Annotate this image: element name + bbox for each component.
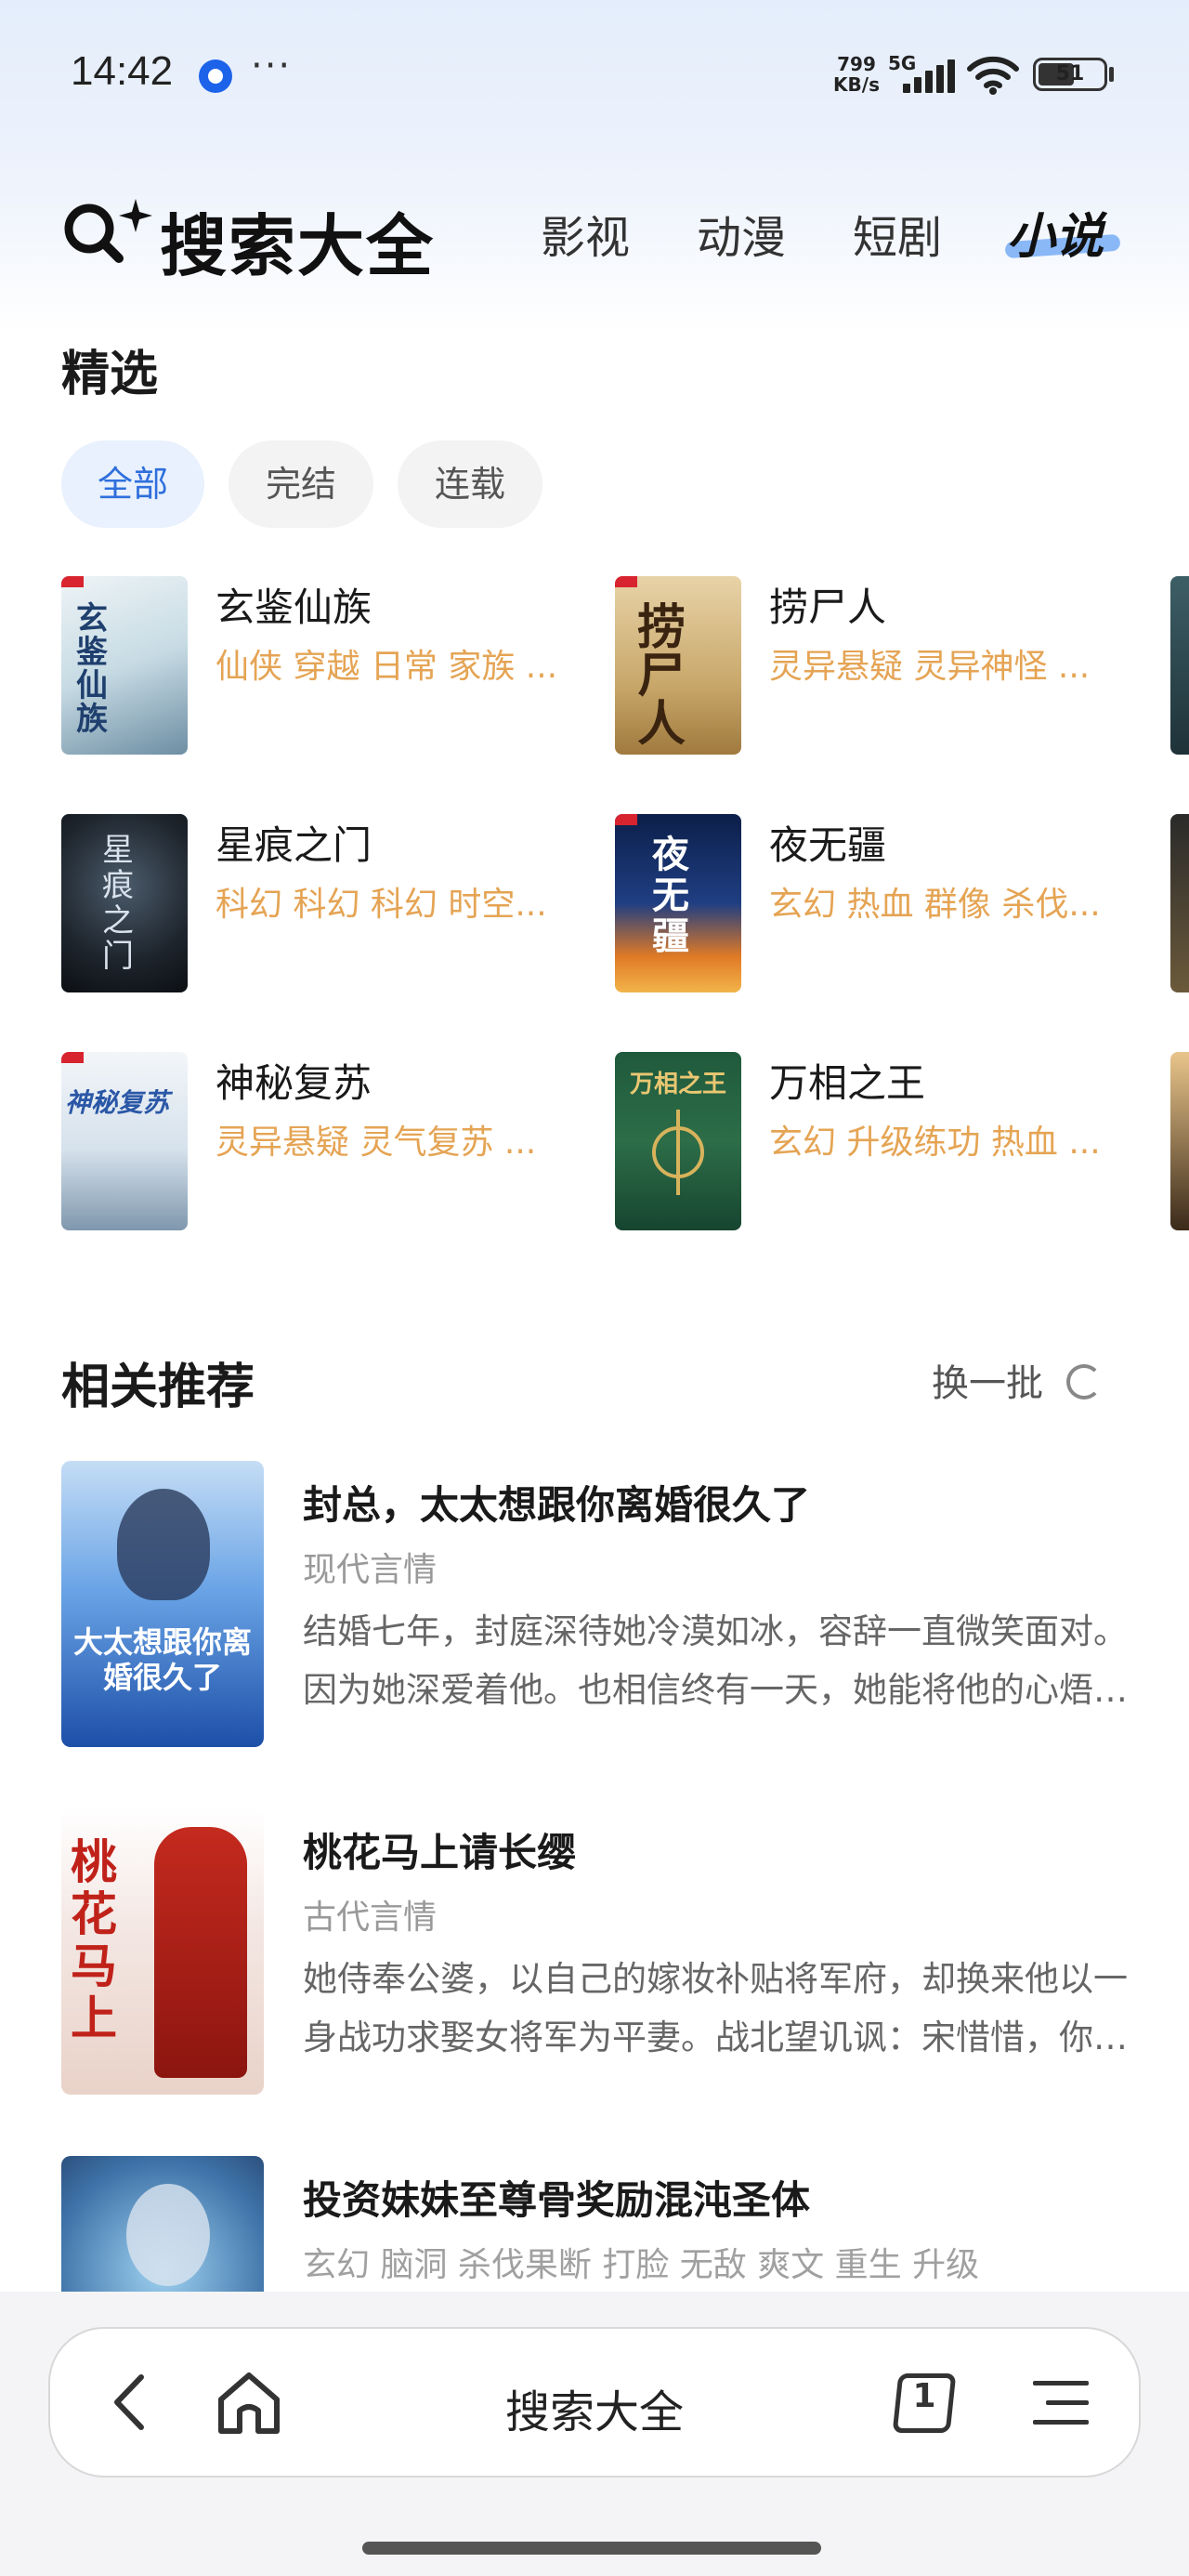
book-tags: 仙侠 穿越 日常 家族 ... [216,648,558,686]
book-title: 万相之王 [769,1060,926,1106]
search-logo-icon [64,199,152,263]
book-cover: 星痕之门 [61,814,188,992]
wifi-icon [967,56,1019,95]
ellipsis-icon: ··· [251,45,293,87]
battery-icon: 51 [1033,58,1107,91]
book-title: 夜无疆 [769,822,887,868]
recommend-item[interactable]: 桃花马上 桃花马上请长缨 古代言情 她侍奉公婆，以自己的嫁妆补贴将军府，却换来他… [61,1808,1130,2095]
battery-level: 51 [1055,62,1085,85]
book-tags: 灵异悬疑 灵异神怪 ... [769,648,1091,686]
book-cover-partial[interactable] [1170,814,1189,992]
recommend-genre: 现代言情 [303,1551,438,1589]
book-cover: 玄鉴仙族 [61,576,188,755]
network-speed: 799 KB/s [829,54,884,95]
signal-icon [903,59,955,93]
home-indicator[interactable] [362,2542,821,2555]
book-title: 玄鉴仙族 [216,585,372,630]
recommend-item[interactable]: 大太想跟你离婚很久了 封总，太太想跟你离婚很久了 现代言情 结婚七年，封庭深待她… [61,1461,1130,1747]
home-icon[interactable] [212,2366,286,2440]
book-cover: 夜无疆 [615,814,741,992]
menu-icon[interactable] [1033,2375,1089,2431]
featured-section-title: 精选 [61,347,159,402]
book-title: 神秘复苏 [216,1060,372,1106]
recommend-genre: 古代言情 [303,1899,438,1937]
book-tags: 灵异悬疑 灵气复苏 ... [216,1124,537,1162]
app-notification-icon [199,59,232,93]
recommend-description: 结婚七年，封庭深待她冷漠如冰，容辞一直微笑面对。因为她深爱着他。也相信终有一天，… [303,1611,1128,1710]
book-card[interactable]: 捞尸人 捞尸人 灵异悬疑 灵异神怪 ... [615,576,1135,755]
refresh-icon[interactable] [1066,1364,1102,1400]
filter-all[interactable]: 全部 [61,440,204,528]
recommend-title: 投资妹妹至尊骨奖励混沌圣体 [303,2177,811,2223]
book-card[interactable]: 星痕之门 星痕之门 科幻 科幻 科幻 时空... [61,814,581,992]
recommend-cover: 桃花马上 [61,1808,264,2095]
tab-count: 1 [912,2377,936,2415]
book-card[interactable]: 夜无疆 夜无疆 玄幻 热血 群像 杀伐... [615,814,1135,992]
book-cover: 捞尸人 [615,576,741,755]
book-card[interactable]: 万相之王 万相之王 玄幻 升级练功 热血 ... [615,1052,1135,1230]
book-title: 星痕之门 [216,822,372,868]
book-card[interactable]: 神秘复苏 神秘复苏 灵异悬疑 灵气复苏 ... [61,1052,581,1230]
status-bar: 14:42 ··· 799 KB/s 5G 51 [0,0,1189,149]
book-cover-partial[interactable] [1170,1052,1189,1230]
book-title: 捞尸人 [769,585,887,630]
network-speed-unit: KB/s [833,73,880,96]
book-card[interactable]: 玄鉴仙族 玄鉴仙族 仙侠 穿越 日常 家族 ... [61,576,581,755]
book-cover-partial[interactable] [1170,576,1189,755]
refresh-button[interactable]: 换一批 [932,1353,1043,1407]
status-time: 14:42 [71,48,174,94]
filter-completed[interactable]: 完结 [229,440,373,528]
tab-novel[interactable]: 小说 [1007,197,1104,267]
recommend-section-title: 相关推荐 [61,1360,255,1415]
recommend-title: 封总，太太想跟你离婚很久了 [303,1482,811,1528]
tab-switcher-button[interactable]: 1 [890,2366,964,2440]
tab-movies[interactable]: 影视 [541,201,630,266]
recommend-cover: 大太想跟你离婚很久了 [61,1461,264,1747]
recommend-description: 她侍奉公婆，以自己的嫁妆补贴将军府，却换来他以一身战功求娶女将军为平妻。战北望讥… [303,1959,1128,2057]
book-tags: 玄幻 热血 群像 杀伐... [769,886,1101,924]
tab-anime[interactable]: 动漫 [697,201,786,266]
book-cover: 万相之王 [615,1052,741,1230]
recommend-title: 桃花马上请长缨 [303,1830,577,1875]
tab-short-drama[interactable]: 短剧 [853,201,942,266]
book-cover: 神秘复苏 [61,1052,188,1230]
network-speed-value: 799 [837,53,876,75]
book-tags: 科幻 科幻 科幻 时空... [216,886,547,924]
book-tags: 玄幻 升级练功 热血 ... [769,1124,1101,1162]
back-icon[interactable] [100,2370,165,2435]
filter-ongoing[interactable]: 连载 [398,440,542,528]
recommend-genre: 玄幻 脑洞 杀伐果断 打脸 无敌 爽文 重生 升级 [303,2246,980,2284]
current-page-title[interactable]: 搜索大全 [409,2375,780,2440]
app-logo-text: 搜索大全 [160,207,436,285]
